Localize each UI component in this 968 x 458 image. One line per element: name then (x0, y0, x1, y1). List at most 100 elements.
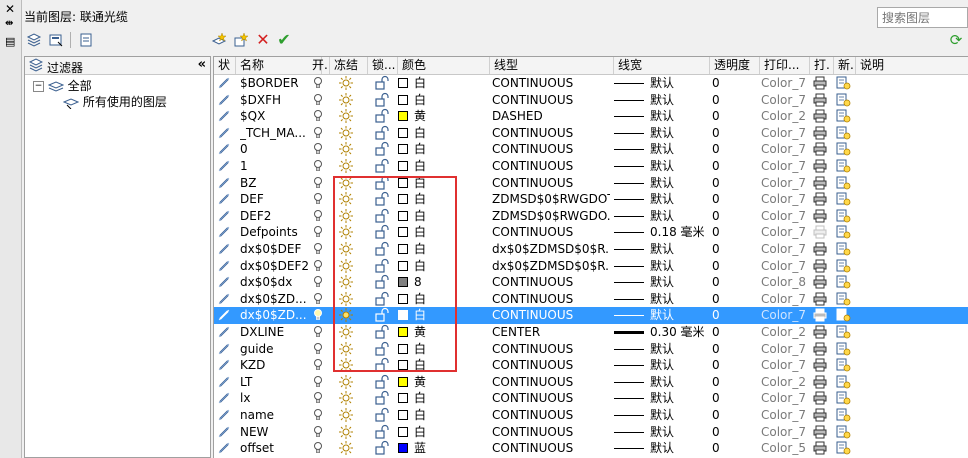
new-vp-freeze-icon[interactable] (835, 307, 853, 323)
transparency[interactable]: 0 (712, 241, 752, 257)
unlock-icon[interactable] (374, 274, 392, 290)
lineweight[interactable]: 默认 (650, 241, 710, 257)
layer-row[interactable]: dx$0$ZD... 白 CONTINUOUS 默认 0 Color_7 (214, 307, 968, 324)
col-lock[interactable]: 锁... (368, 57, 398, 74)
color-name[interactable]: 白 (414, 424, 474, 440)
unlock-icon[interactable] (374, 108, 392, 124)
unlock-icon[interactable] (374, 224, 392, 240)
color-swatch[interactable] (398, 194, 408, 205)
sun-icon[interactable] (338, 374, 356, 390)
layer-status-icon[interactable] (217, 424, 235, 440)
new-vp-freeze-icon[interactable] (835, 224, 853, 240)
lightbulb-icon[interactable] (312, 208, 326, 224)
col-freeze[interactable]: 冻结 (330, 57, 368, 74)
layer-row[interactable]: lx 白 CONTINUOUS 默认 0 Color_7 (214, 390, 968, 407)
unlock-icon[interactable] (374, 175, 392, 191)
unlock-icon[interactable] (374, 307, 392, 323)
new-vp-freeze-icon[interactable] (835, 141, 853, 157)
sun-icon[interactable] (338, 341, 356, 357)
set-current-icon[interactable]: ✔ (276, 32, 292, 48)
color-name[interactable]: 白 (414, 241, 474, 257)
lightbulb-icon[interactable] (312, 158, 326, 174)
unlock-icon[interactable] (374, 75, 392, 91)
transparency[interactable]: 0 (712, 125, 752, 141)
color-name[interactable]: 黄 (414, 374, 474, 390)
layer-name[interactable]: 1 (240, 158, 308, 174)
col-lineweight[interactable]: 线宽 (614, 57, 710, 74)
transparency[interactable]: 0 (712, 407, 752, 423)
layer-row[interactable]: offset 蓝 CONTINUOUS 默认 0 Color_5 (214, 440, 968, 457)
transparency[interactable]: 0 (712, 424, 752, 440)
lineweight[interactable]: 默认 (650, 208, 710, 224)
lineweight[interactable]: 默认 (650, 191, 710, 207)
lineweight[interactable]: 默认 (650, 92, 710, 108)
layer-row[interactable]: _TCH_MA... 白 CONTINUOUS 默认 0 Color_7 (214, 125, 968, 142)
color-name[interactable]: 白 (414, 307, 474, 323)
transparency[interactable]: 0 (712, 75, 752, 91)
new-vp-freeze-icon[interactable] (835, 324, 853, 340)
printer-icon[interactable] (812, 175, 830, 191)
transparency[interactable]: 0 (712, 224, 752, 240)
layer-row[interactable]: dx$0$DEF2 白 dx$0$ZDMSD$0$R... 默认 0 Color_7 (214, 258, 968, 275)
tree-expand-icon[interactable]: − (33, 81, 44, 92)
color-name[interactable]: 白 (414, 258, 474, 274)
lightbulb-icon[interactable] (312, 407, 326, 423)
unlock-icon[interactable] (374, 92, 392, 108)
transparency[interactable]: 0 (712, 357, 752, 373)
lightbulb-icon[interactable] (312, 191, 326, 207)
color-name[interactable]: 白 (414, 158, 474, 174)
printer-icon[interactable] (812, 407, 830, 423)
color-swatch[interactable] (398, 127, 408, 138)
layer-name[interactable]: BZ (240, 175, 308, 191)
unlock-icon[interactable] (374, 341, 392, 357)
lineweight[interactable]: 默认 (650, 141, 710, 157)
layer-status-icon[interactable] (217, 390, 235, 406)
lineweight[interactable]: 默认 (650, 258, 710, 274)
layer-name[interactable]: LT (240, 374, 308, 390)
color-name[interactable]: 白 (414, 341, 474, 357)
printer-icon[interactable] (812, 390, 830, 406)
color-swatch[interactable] (398, 144, 408, 155)
color-swatch[interactable] (398, 343, 408, 354)
sun-icon[interactable] (338, 241, 356, 257)
lineweight[interactable]: 默认 (650, 274, 710, 290)
lightbulb-icon[interactable] (312, 258, 326, 274)
col-new-vp-freeze[interactable]: 新. (834, 57, 856, 74)
color-swatch[interactable] (398, 78, 408, 88)
linetype[interactable]: CONTINUOUS (492, 158, 610, 174)
new-layer-icon[interactable] (211, 32, 227, 48)
layer-name[interactable]: DEF (240, 191, 308, 207)
layer-name[interactable]: offset (240, 440, 308, 456)
layer-row[interactable]: name 白 CONTINUOUS 默认 0 Color_7 (214, 407, 968, 424)
color-name[interactable]: 白 (414, 141, 474, 157)
color-name[interactable]: 白 (414, 390, 474, 406)
printer-icon[interactable] (812, 208, 830, 224)
sun-icon[interactable] (338, 92, 356, 108)
lineweight[interactable]: 默认 (650, 374, 710, 390)
layer-name[interactable]: Defpoints (240, 224, 308, 240)
unlock-icon[interactable] (374, 208, 392, 224)
layer-states-manager-icon[interactable] (78, 32, 94, 48)
linetype[interactable]: CENTER (492, 324, 610, 340)
search-layers-input[interactable] (877, 7, 968, 28)
lineweight[interactable]: 默认 (650, 424, 710, 440)
new-vp-freeze-icon[interactable] (835, 357, 853, 373)
lineweight[interactable]: 默认 (650, 390, 710, 406)
layer-status-icon[interactable] (217, 374, 235, 390)
color-swatch[interactable] (398, 327, 408, 337)
layer-status-icon[interactable] (217, 224, 235, 240)
printer-icon[interactable] (812, 258, 830, 274)
layer-row[interactable]: dx$0$dx 8 CONTINUOUS 默认 0 Color_8 (214, 274, 968, 291)
lightbulb-icon[interactable] (312, 75, 326, 91)
layer-status-icon[interactable] (217, 92, 235, 108)
new-vp-freeze-icon[interactable] (835, 175, 853, 191)
refresh-icon[interactable]: ⟳ (948, 32, 964, 48)
printer-icon[interactable] (812, 274, 830, 290)
sun-icon[interactable] (338, 324, 356, 340)
lightbulb-icon[interactable] (312, 241, 326, 257)
layer-name[interactable]: _TCH_MA... (240, 125, 308, 141)
transparency[interactable]: 0 (712, 324, 752, 340)
transparency[interactable]: 0 (712, 258, 752, 274)
sun-icon[interactable] (338, 175, 356, 191)
sun-icon[interactable] (338, 274, 356, 290)
